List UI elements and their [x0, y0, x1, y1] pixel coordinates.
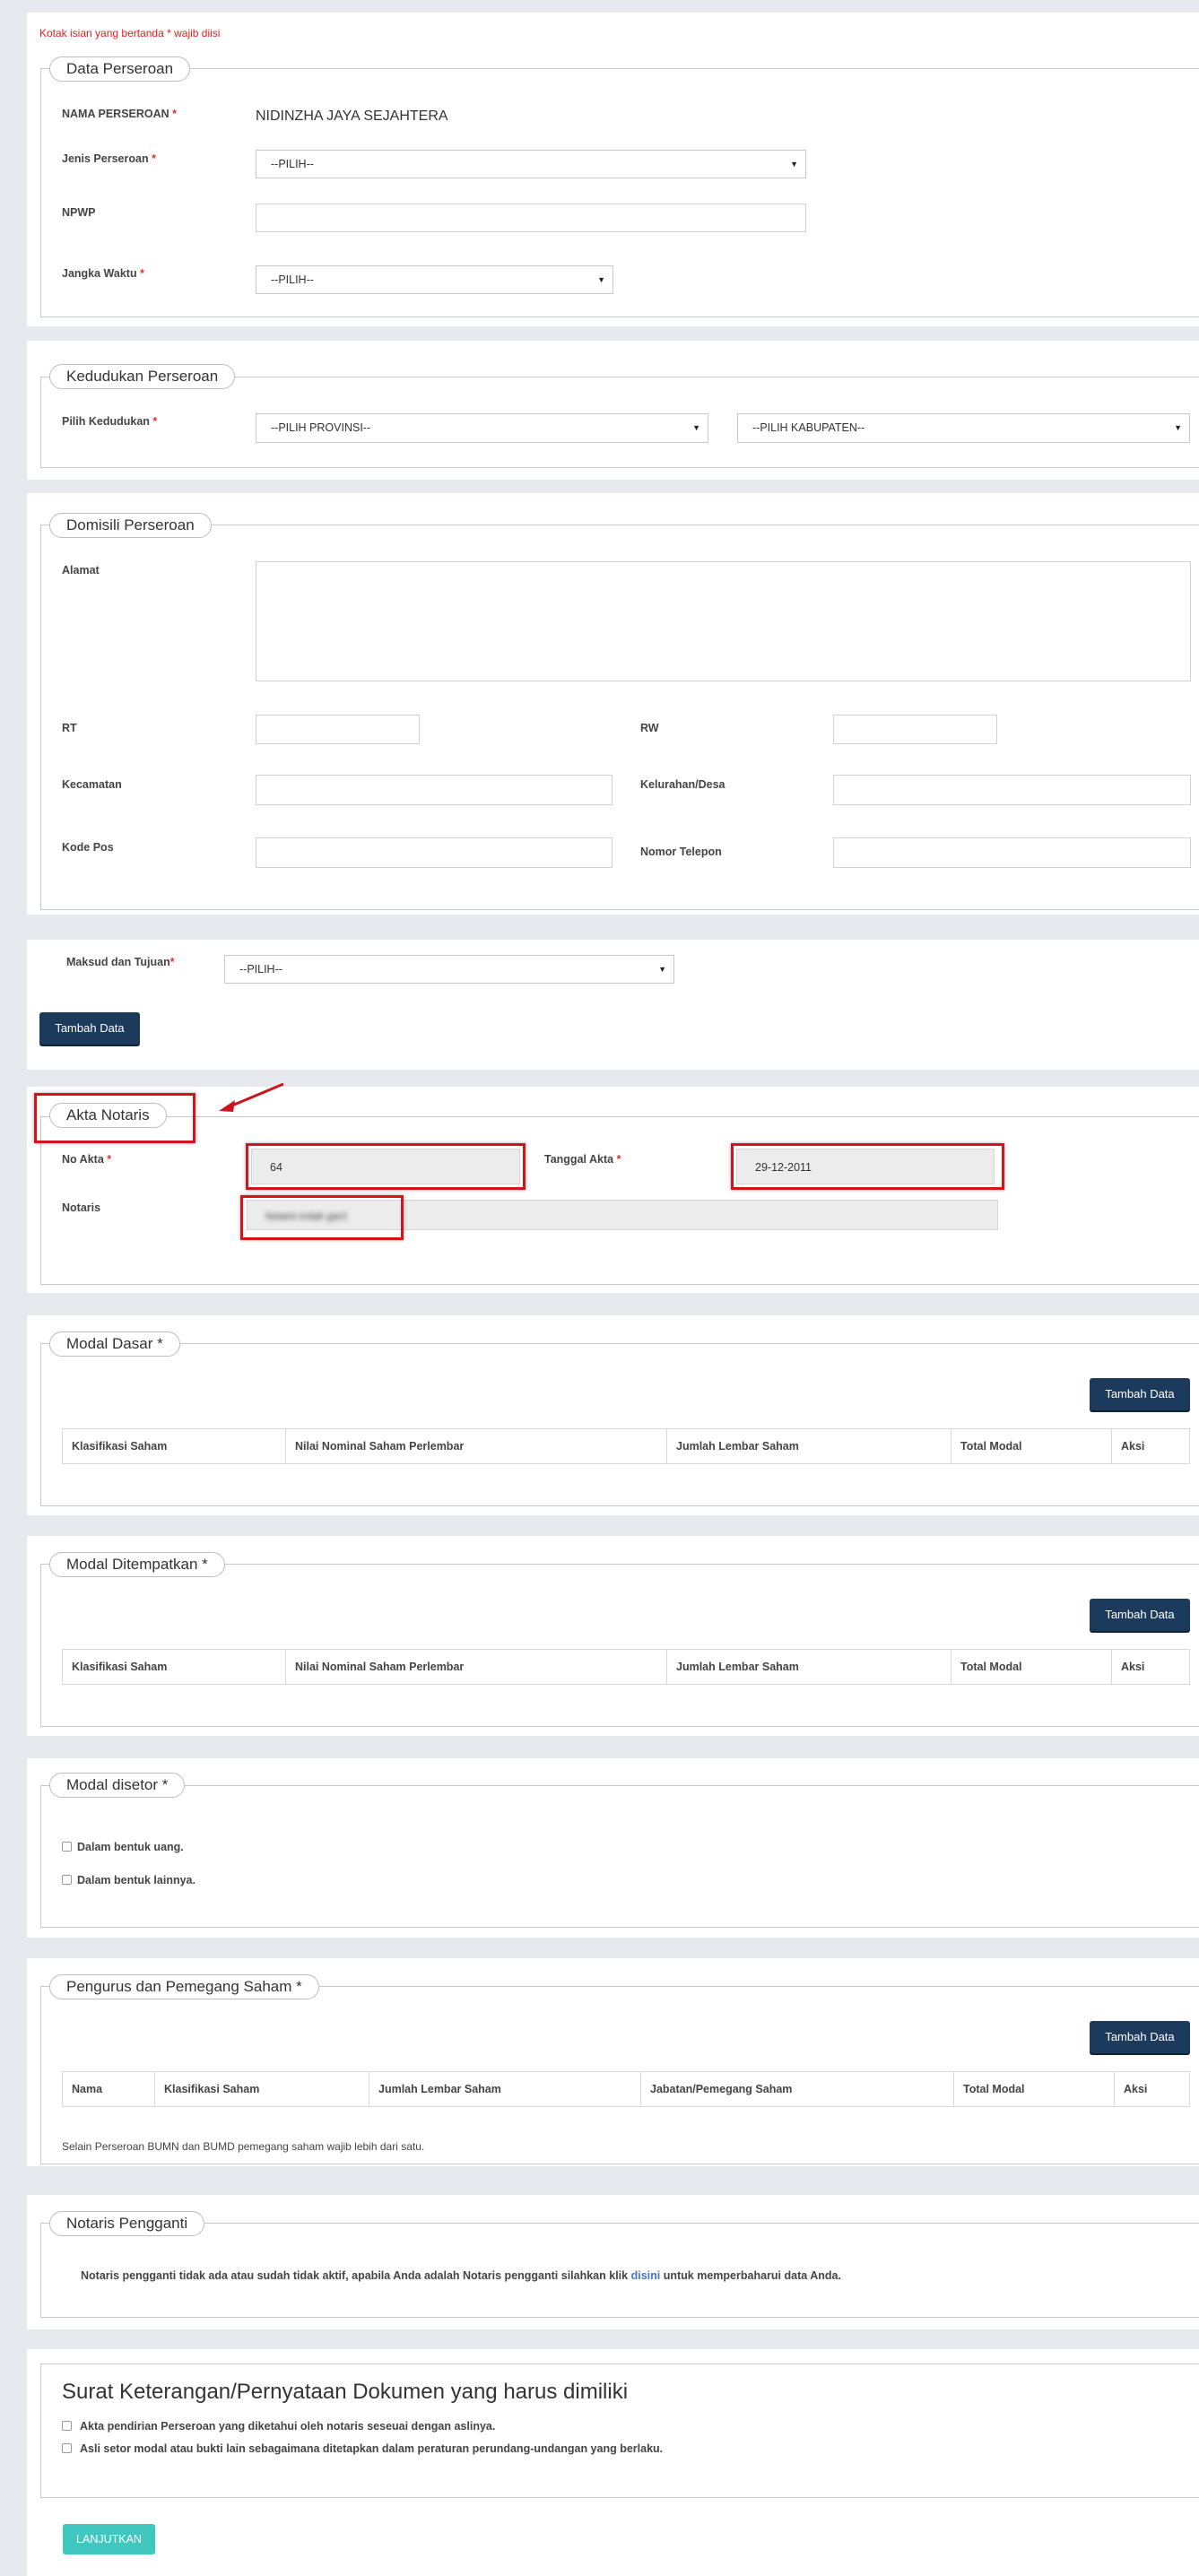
checkbox-akta-pendirian[interactable] [62, 2421, 72, 2431]
label-akta-pendirian: Akta pendirian Perseroan yang diketahui … [80, 2420, 496, 2433]
col-total-modal: Total Modal [951, 1649, 1112, 1685]
label-maksud: Maksud dan Tujuan* [66, 956, 175, 968]
nama-perseroan-value: NIDINZHA JAYA SEJAHTERA [256, 108, 448, 124]
col-aksi: Aksi [1114, 2071, 1190, 2107]
label-telepon: Nomor Telepon [640, 846, 722, 858]
highlight-no-akta [246, 1143, 526, 1190]
telepon-input[interactable] [833, 837, 1191, 868]
col-jumlah-lembar: Jumlah Lembar Saham [666, 1649, 951, 1685]
chevron-down-icon: ▼ [658, 965, 666, 974]
tambah-pengurus-button[interactable]: Tambah Data [1090, 2021, 1190, 2053]
col-klasifikasi: Klasifikasi Saham [62, 1428, 286, 1464]
highlight-legend-akta [34, 1093, 195, 1143]
table-header-row: Klasifikasi Saham Nilai Nominal Saham Pe… [62, 1428, 1190, 1464]
label-bentuk-uang: Dalam bentuk uang. [77, 1841, 184, 1853]
label-no-akta: No Akta * [62, 1153, 112, 1166]
pointer-arrow-icon [219, 1082, 284, 1112]
label-alamat: Alamat [62, 564, 100, 577]
disini-link[interactable]: disini [631, 2269, 661, 2282]
label-pilih-kedudukan: Pilih Kedudukan * [62, 415, 158, 428]
col-nilai-nominal: Nilai Nominal Saham Perlembar [285, 1649, 667, 1685]
label-bentuk-lainnya: Dalam bentuk lainnya. [77, 1874, 195, 1886]
legend-modal-ditempatkan: Modal Ditempatkan * [49, 1552, 225, 1577]
surat-title: Surat Keterangan/Pernyataan Dokumen yang… [62, 2380, 629, 2404]
legend-modal-dasar: Modal Dasar * [49, 1331, 180, 1357]
col-nilai-nominal: Nilai Nominal Saham Perlembar [285, 1428, 667, 1464]
tambah-modal-dasar-button[interactable]: Tambah Data [1090, 1378, 1190, 1410]
legend-pengurus: Pengurus dan Pemegang Saham * [49, 1974, 319, 1999]
table-header-row: Nama Klasifikasi Saham Jumlah Lembar Sah… [62, 2071, 1190, 2107]
fieldset-data-perseroan [40, 68, 1199, 317]
label-kecamatan: Kecamatan [62, 778, 122, 791]
checkbox-bentuk-uang[interactable] [62, 1842, 72, 1852]
col-total-modal: Total Modal [953, 2071, 1115, 2107]
legend-kedudukan: Kedudukan Perseroan [49, 364, 236, 389]
pengurus-note: Selain Perseroan BUMN dan BUMD pemegang … [62, 2140, 425, 2153]
legend-modal-disetor: Modal disetor * [49, 1773, 186, 1798]
label-jangka-waktu: Jangka Waktu * [62, 267, 144, 280]
fieldset-modal-ditempatkan [40, 1564, 1199, 1727]
col-total-modal: Total Modal [951, 1428, 1112, 1464]
col-klasifikasi: Klasifikasi Saham [154, 2071, 369, 2107]
chevron-down-icon: ▼ [597, 275, 605, 284]
label-rw: RW [640, 722, 659, 734]
col-aksi: Aksi [1111, 1428, 1190, 1464]
col-jabatan: Jabatan/Pemegang Saham [640, 2071, 954, 2107]
label-asli-setor-modal: Asli setor modal atau bukti lain sebagai… [80, 2442, 664, 2455]
col-klasifikasi: Klasifikasi Saham [62, 1649, 286, 1685]
jangka-waktu-select[interactable]: --PILIH-- ▼ [256, 265, 613, 294]
tambah-maksud-button[interactable]: Tambah Data [39, 1012, 140, 1045]
chevron-down-icon: ▼ [1174, 423, 1182, 432]
kecamatan-input[interactable] [256, 775, 613, 805]
label-npwp: NPWP [62, 206, 96, 219]
table-header-row: Klasifikasi Saham Nilai Nominal Saham Pe… [62, 1649, 1190, 1685]
kelurahan-input[interactable] [833, 775, 1191, 805]
rt-input[interactable] [256, 715, 420, 744]
kabupaten-select[interactable]: --PILIH KABUPATEN-- ▼ [737, 413, 1190, 443]
chevron-down-icon: ▼ [692, 423, 700, 432]
col-jumlah-lembar: Jumlah Lembar Saham [369, 2071, 641, 2107]
fieldset-modal-dasar [40, 1343, 1199, 1506]
label-tanggal-akta: Tanggal Akta * [544, 1153, 621, 1166]
pengurus-table: Nama Klasifikasi Saham Jumlah Lembar Sah… [62, 2071, 1190, 2107]
npwp-input[interactable] [256, 204, 806, 232]
label-kelurahan: Kelurahan/Desa [640, 778, 725, 791]
label-nama-perseroan: NAMA PERSEROAN * [62, 108, 178, 120]
checkbox-asli-setor-modal[interactable] [62, 2443, 72, 2453]
legend-data-perseroan: Data Perseroan [49, 56, 191, 82]
chevron-down-icon: ▼ [790, 160, 798, 169]
modal-ditempatkan-table: Klasifikasi Saham Nilai Nominal Saham Pe… [62, 1649, 1190, 1685]
highlight-tanggal-akta [731, 1143, 1004, 1190]
jenis-perseroan-select[interactable]: --PILIH-- ▼ [256, 150, 806, 178]
checkbox-bentuk-lainnya[interactable] [62, 1875, 72, 1885]
col-jumlah-lembar: Jumlah Lembar Saham [666, 1428, 951, 1464]
label-rt: RT [62, 722, 77, 734]
provinsi-select[interactable]: --PILIH PROVINSI-- ▼ [256, 413, 708, 443]
legend-notaris-pengganti: Notaris Pengganti [49, 2211, 205, 2236]
legend-domisili: Domisili Perseroan [49, 513, 212, 538]
col-aksi: Aksi [1111, 1649, 1190, 1685]
tambah-modal-ditempatkan-button[interactable]: Tambah Data [1090, 1599, 1190, 1631]
col-nama: Nama [62, 2071, 155, 2107]
label-kode-pos: Kode Pos [62, 841, 114, 854]
notaris-pengganti-text: Notaris pengganti tidak ada atau sudah t… [81, 2269, 841, 2282]
required-note: Kotak isian yang bertanda * wajib diisi [39, 27, 221, 39]
label-notaris: Notaris [62, 1201, 101, 1214]
alamat-textarea[interactable] [256, 561, 1191, 681]
modal-dasar-table: Klasifikasi Saham Nilai Nominal Saham Pe… [62, 1428, 1190, 1464]
rw-input[interactable] [833, 715, 997, 744]
kode-pos-input[interactable] [256, 837, 613, 868]
lanjutkan-button[interactable]: LANJUTKAN [63, 2524, 155, 2554]
highlight-notaris [240, 1195, 404, 1240]
fieldset-modal-disetor [40, 1785, 1199, 1928]
label-jenis-perseroan: Jenis Perseroan * [62, 152, 156, 165]
maksud-select[interactable]: --PILIH-- ▼ [224, 955, 674, 984]
